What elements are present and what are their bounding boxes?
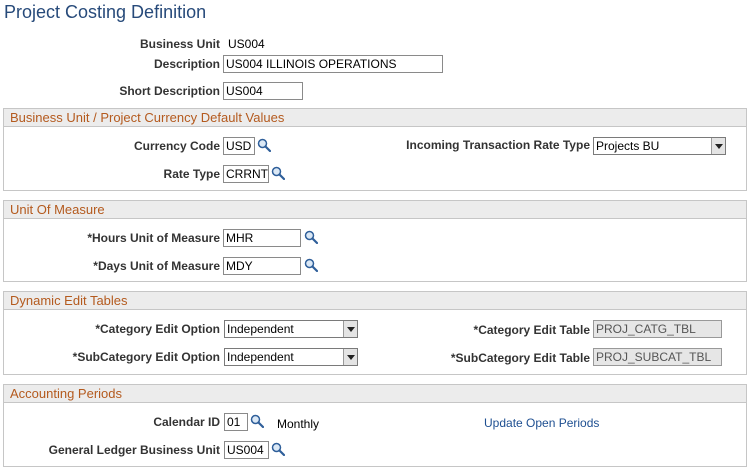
- magnifier-icon[interactable]: [304, 230, 318, 244]
- accounting-section-header: Accounting Periods: [4, 385, 746, 403]
- category-option-label: *Category Edit Option: [95, 322, 220, 336]
- subcategory-table-label: *SubCategory Edit Table: [450, 351, 590, 365]
- currency-section-header: Business Unit / Project Currency Default…: [4, 109, 746, 127]
- category-table-label: *Category Edit Table: [473, 323, 590, 337]
- accounting-section-title: Accounting Periods: [10, 386, 123, 401]
- magnifier-icon[interactable]: [271, 442, 285, 456]
- dynamic-edit-section-title: Dynamic Edit Tables: [10, 293, 128, 308]
- rate-type-input[interactable]: CRRNT: [223, 165, 269, 183]
- incoming-rate-type-label: Incoming Transaction Rate Type: [406, 138, 590, 152]
- business-unit-value: US004: [228, 37, 265, 51]
- subcategory-table-field: PROJ_SUBCAT_TBL: [593, 348, 722, 366]
- gl-business-unit-label: General Ledger Business Unit: [48, 443, 220, 457]
- magnifier-icon[interactable]: [250, 414, 264, 428]
- rate-type-label: Rate Type: [163, 167, 220, 181]
- page-title: Project Costing Definition: [4, 2, 207, 22]
- chevron-down-icon[interactable]: [711, 138, 725, 154]
- dynamic-edit-section-header: Dynamic Edit Tables: [4, 292, 746, 310]
- category-table-field: PROJ_CATG_TBL: [593, 320, 722, 338]
- chevron-down-icon[interactable]: [343, 349, 357, 365]
- subcategory-option-select[interactable]: Independent: [224, 348, 358, 366]
- description-input[interactable]: US004 ILLINOIS OPERATIONS: [223, 55, 443, 73]
- category-option-select[interactable]: Independent: [224, 320, 358, 338]
- business-unit-label: Business Unit: [139, 37, 220, 51]
- chevron-down-icon[interactable]: [343, 321, 357, 337]
- incoming-rate-type-value: Projects BU: [596, 139, 660, 153]
- uom-section-title: Unit Of Measure: [10, 202, 105, 217]
- magnifier-icon[interactable]: [304, 258, 318, 272]
- hours-uom-label: *Hours Unit of Measure: [87, 231, 220, 245]
- days-uom-input[interactable]: MDY: [223, 257, 301, 275]
- magnifier-icon[interactable]: [271, 166, 285, 180]
- short-description-label: Short Description: [119, 84, 220, 98]
- description-label: Description: [153, 57, 220, 71]
- currency-code-input[interactable]: USD: [223, 137, 255, 155]
- uom-section-header: Unit Of Measure: [4, 201, 746, 219]
- update-open-periods-link[interactable]: Update Open Periods: [484, 416, 599, 430]
- subcategory-option-label: *SubCategory Edit Option: [72, 350, 220, 364]
- hours-uom-input[interactable]: MHR: [223, 229, 301, 247]
- gl-business-unit-input[interactable]: US004: [224, 441, 269, 459]
- currency-code-label: Currency Code: [133, 139, 220, 153]
- calendar-description: Monthly: [277, 417, 320, 431]
- calendar-id-label: Calendar ID: [153, 415, 220, 429]
- category-option-value: Independent: [227, 322, 294, 336]
- subcategory-option-value: Independent: [227, 350, 294, 364]
- currency-section-title: Business Unit / Project Currency Default…: [10, 110, 285, 125]
- incoming-rate-type-select[interactable]: Projects BU: [593, 137, 726, 155]
- magnifier-icon[interactable]: [257, 138, 271, 152]
- short-description-input[interactable]: US004: [223, 82, 303, 100]
- days-uom-label: *Days Unit of Measure: [93, 259, 220, 273]
- calendar-id-input[interactable]: 01: [224, 413, 248, 431]
